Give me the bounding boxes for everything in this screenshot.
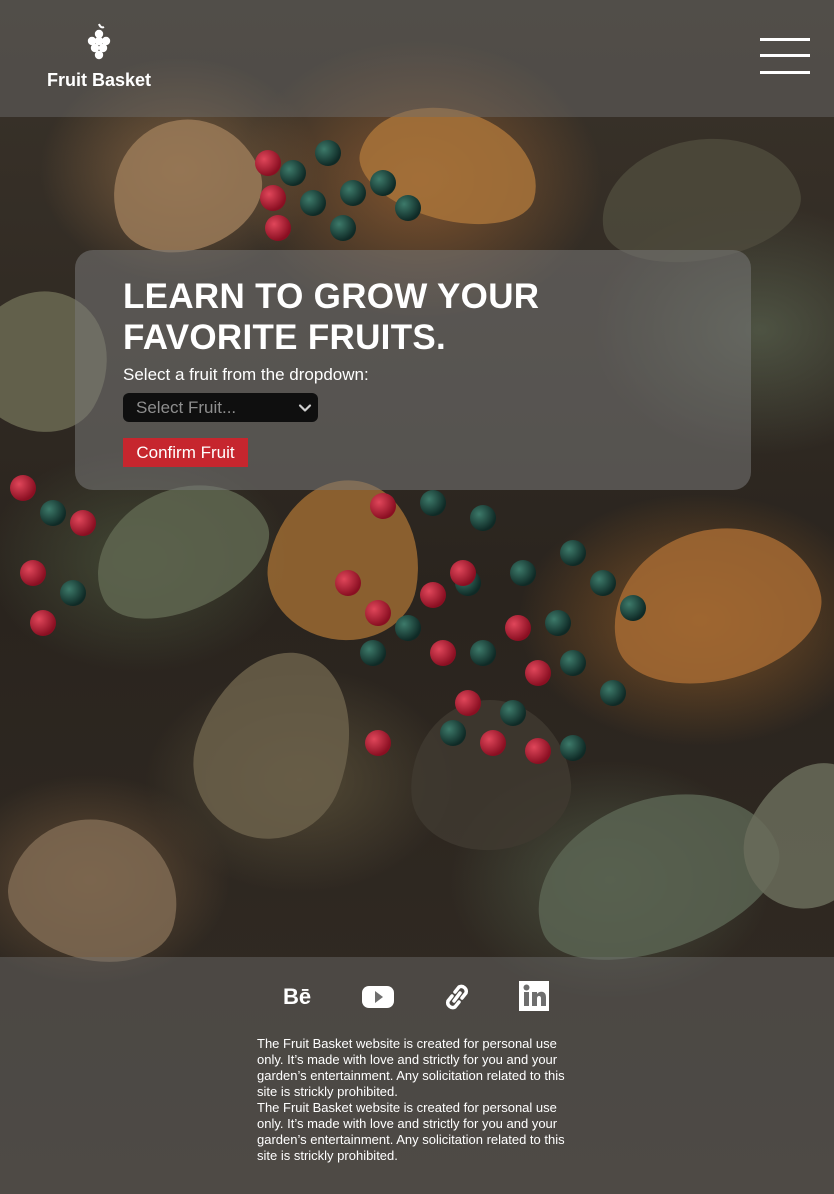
footer-notice: The Fruit Basket website is created for … bbox=[257, 1036, 582, 1164]
berry bbox=[20, 560, 46, 586]
berry bbox=[315, 140, 341, 166]
berry bbox=[265, 215, 291, 241]
berry bbox=[360, 640, 386, 666]
berry bbox=[340, 180, 366, 206]
berry bbox=[470, 640, 496, 666]
berry bbox=[370, 493, 396, 519]
berry bbox=[480, 730, 506, 756]
berry bbox=[440, 720, 466, 746]
berry bbox=[70, 510, 96, 536]
page: Fruit Basket LEARN TO GROW YOUR FAVORITE… bbox=[0, 0, 834, 1194]
berry bbox=[365, 730, 391, 756]
top-navigation-bar: Fruit Basket bbox=[0, 0, 834, 117]
hero-card: LEARN TO GROW YOUR FAVORITE FRUITS. Sele… bbox=[75, 250, 751, 490]
berry bbox=[10, 475, 36, 501]
brand-name: Fruit Basket bbox=[47, 70, 152, 90]
berry bbox=[560, 735, 586, 761]
berry bbox=[525, 660, 551, 686]
berry bbox=[395, 195, 421, 221]
berry bbox=[60, 580, 86, 606]
chevron-down-icon bbox=[298, 404, 312, 412]
leaf bbox=[403, 693, 577, 857]
fruit-select-dropdown[interactable]: Select Fruit... bbox=[123, 393, 318, 422]
behance-icon[interactable]: Bē bbox=[283, 980, 317, 1012]
hero-headline: LEARN TO GROW YOUR FAVORITE FRUITS. bbox=[123, 276, 643, 358]
footer: Bē The Fruit Basket website is created f… bbox=[0, 957, 834, 1194]
berry bbox=[395, 615, 421, 641]
berry bbox=[560, 650, 586, 676]
berry bbox=[420, 582, 446, 608]
berry bbox=[450, 560, 476, 586]
menu-line bbox=[760, 54, 810, 57]
confirm-fruit-button[interactable]: Confirm Fruit bbox=[123, 438, 248, 467]
berry bbox=[300, 190, 326, 216]
grapes-icon bbox=[87, 23, 111, 60]
youtube-icon[interactable] bbox=[361, 980, 395, 1012]
headline-line-2: FAVORITE FRUITS. bbox=[123, 318, 447, 357]
link-icon[interactable] bbox=[440, 980, 474, 1012]
svg-text:Bē: Bē bbox=[283, 984, 311, 1009]
leaf bbox=[172, 630, 378, 860]
berry bbox=[420, 490, 446, 516]
berry bbox=[620, 595, 646, 621]
berry bbox=[335, 570, 361, 596]
leaf bbox=[0, 800, 196, 980]
berry bbox=[525, 738, 551, 764]
brand-logo[interactable]: Fruit Basket bbox=[47, 22, 151, 91]
berry bbox=[600, 680, 626, 706]
fruit-select-value: Select Fruit... bbox=[136, 398, 237, 417]
berry bbox=[470, 505, 496, 531]
berry bbox=[455, 690, 481, 716]
headline-line-1: LEARN TO GROW YOUR bbox=[123, 277, 540, 316]
berry bbox=[430, 640, 456, 666]
berry bbox=[590, 570, 616, 596]
footer-notice-1: The Fruit Basket website is created for … bbox=[257, 1036, 565, 1099]
berry bbox=[255, 150, 281, 176]
linkedin-icon[interactable] bbox=[518, 980, 552, 1012]
dropdown-prompt: Select a fruit from the dropdown: bbox=[123, 365, 369, 384]
berry bbox=[40, 500, 66, 526]
hamburger-menu-icon bbox=[760, 38, 810, 41]
berry bbox=[280, 160, 306, 186]
berry bbox=[560, 540, 586, 566]
footer-notice-2: The Fruit Basket website is created for … bbox=[257, 1100, 565, 1163]
berry bbox=[370, 170, 396, 196]
berry bbox=[260, 185, 286, 211]
berry bbox=[365, 600, 391, 626]
menu-line bbox=[760, 71, 810, 74]
berry bbox=[330, 215, 356, 241]
berry bbox=[545, 610, 571, 636]
berry bbox=[505, 615, 531, 641]
berry bbox=[510, 560, 536, 586]
berry bbox=[500, 700, 526, 726]
hamburger-menu-button[interactable] bbox=[760, 38, 810, 76]
leaf bbox=[92, 98, 278, 272]
berry bbox=[30, 610, 56, 636]
